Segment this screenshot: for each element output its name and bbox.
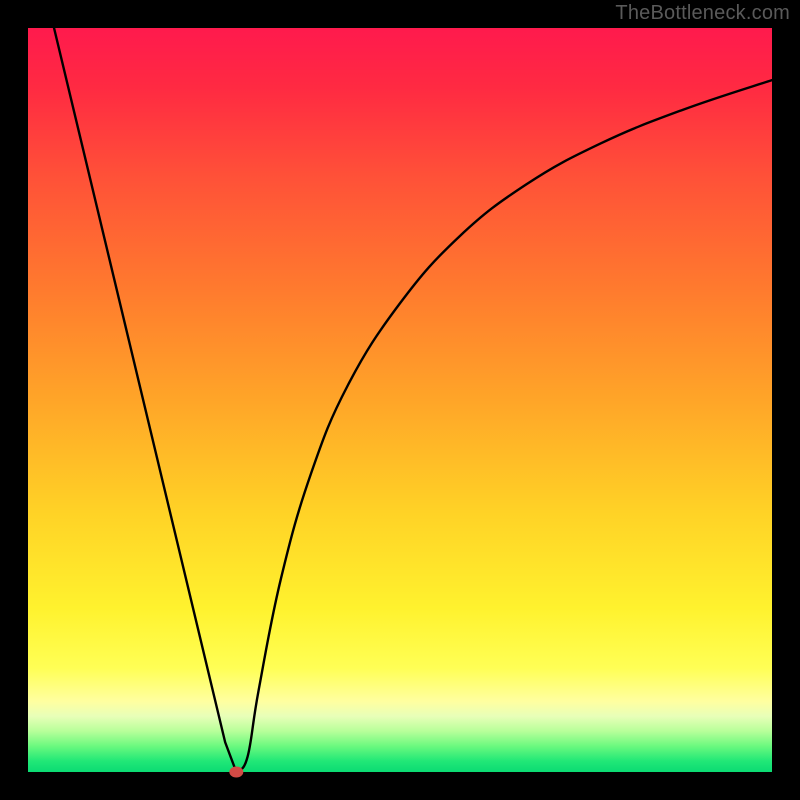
min-marker <box>229 767 243 778</box>
bottleneck-chart <box>0 0 800 800</box>
plot-background <box>28 28 772 772</box>
attribution-label: TheBottleneck.com <box>615 2 790 25</box>
chart-container: TheBottleneck.com <box>0 0 800 800</box>
